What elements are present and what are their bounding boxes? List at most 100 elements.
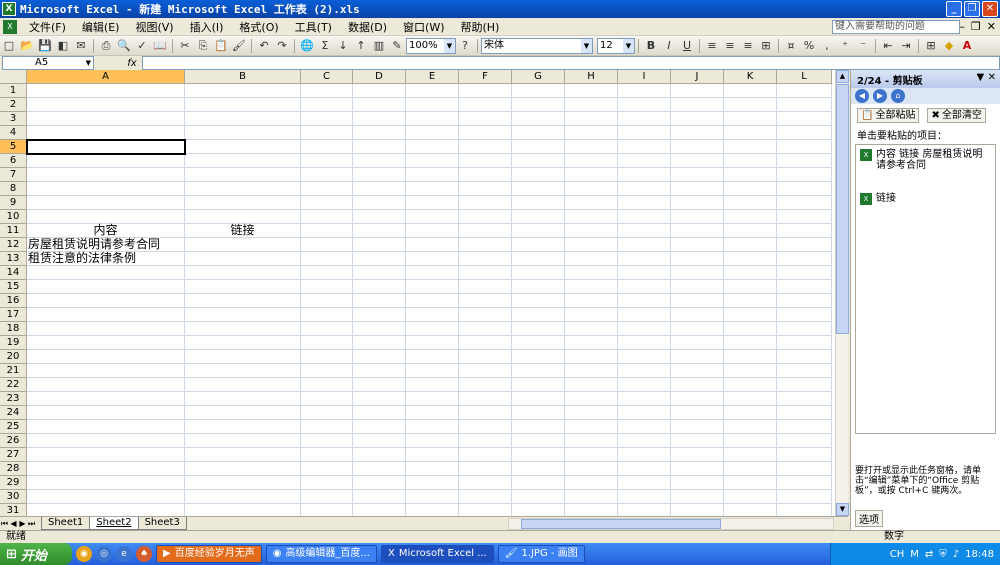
cell-g9[interactable] [512, 196, 565, 210]
cell-f21[interactable] [459, 364, 512, 378]
cell-e5[interactable] [406, 140, 459, 154]
cell-b19[interactable] [185, 336, 301, 350]
cell-l3[interactable] [777, 112, 832, 126]
network-icon[interactable]: ⇄ [925, 549, 933, 560]
cell-h28[interactable] [565, 462, 618, 476]
research-icon[interactable]: 📖 [152, 38, 168, 54]
cell-g2[interactable] [512, 98, 565, 112]
cell-i17[interactable] [618, 308, 671, 322]
cell-g5[interactable] [512, 140, 565, 154]
cell-l27[interactable] [777, 448, 832, 462]
column-header-b[interactable]: B [185, 70, 301, 84]
taskbar-item-editor[interactable]: ◉ 高级编辑器_百度... [265, 545, 377, 563]
cell-d20[interactable] [353, 350, 406, 364]
cell-b12[interactable] [185, 238, 301, 252]
cell-a16[interactable] [27, 294, 185, 308]
cell-a1[interactable] [27, 84, 185, 98]
forward-icon[interactable]: ▶ [873, 89, 887, 103]
cell-k21[interactable] [724, 364, 777, 378]
cell-i12[interactable] [618, 238, 671, 252]
cell-i8[interactable] [618, 182, 671, 196]
cell-a17[interactable] [27, 308, 185, 322]
cell-b14[interactable] [185, 266, 301, 280]
cell-i19[interactable] [618, 336, 671, 350]
cell-j21[interactable] [671, 364, 724, 378]
column-header-d[interactable]: D [353, 70, 406, 84]
cell-b4[interactable] [185, 126, 301, 140]
cell-k31[interactable] [724, 504, 777, 516]
cell-e22[interactable] [406, 378, 459, 392]
cell-j2[interactable] [671, 98, 724, 112]
cell-k24[interactable] [724, 406, 777, 420]
cell-b31[interactable] [185, 504, 301, 516]
cell-d24[interactable] [353, 406, 406, 420]
cell-g8[interactable] [512, 182, 565, 196]
cell-c1[interactable] [301, 84, 353, 98]
row-header[interactable]: 9 [0, 196, 27, 210]
cell-k17[interactable] [724, 308, 777, 322]
cell-g13[interactable] [512, 252, 565, 266]
hyperlink-icon[interactable]: 🌐 [299, 38, 315, 54]
row-header[interactable]: 12 [0, 238, 27, 252]
cell-f16[interactable] [459, 294, 512, 308]
row-header[interactable]: 30 [0, 490, 27, 504]
cell-i5[interactable] [618, 140, 671, 154]
row-header[interactable]: 14 [0, 266, 27, 280]
cell-h17[interactable] [565, 308, 618, 322]
cell-l21[interactable] [777, 364, 832, 378]
cell-j29[interactable] [671, 476, 724, 490]
cell-d28[interactable] [353, 462, 406, 476]
taskbar-item-baidu[interactable]: ▶ 百度经验岁月无声 [156, 545, 262, 563]
row-header[interactable]: 10 [0, 210, 27, 224]
cell-g16[interactable] [512, 294, 565, 308]
cell-f19[interactable] [459, 336, 512, 350]
next-sheet-icon[interactable]: ▶ [18, 519, 27, 528]
bold-button[interactable]: B [643, 38, 659, 54]
cell-h10[interactable] [565, 210, 618, 224]
cell-b20[interactable] [185, 350, 301, 364]
cell-g20[interactable] [512, 350, 565, 364]
cell-k20[interactable] [724, 350, 777, 364]
autosum-icon[interactable]: Σ [317, 38, 333, 54]
cell-d22[interactable] [353, 378, 406, 392]
row-header[interactable]: 23 [0, 392, 27, 406]
cell-a20[interactable] [27, 350, 185, 364]
cell-e26[interactable] [406, 434, 459, 448]
spelling-icon[interactable]: ✓ [134, 38, 150, 54]
formula-input[interactable] [142, 56, 1000, 70]
cell-g6[interactable] [512, 154, 565, 168]
row-header[interactable]: 16 [0, 294, 27, 308]
cell-g24[interactable] [512, 406, 565, 420]
cell-g17[interactable] [512, 308, 565, 322]
cell-k11[interactable] [724, 224, 777, 238]
align-right-icon[interactable]: ≡ [740, 38, 756, 54]
cell-f17[interactable] [459, 308, 512, 322]
cell-k27[interactable] [724, 448, 777, 462]
cell-k15[interactable] [724, 280, 777, 294]
cell-h21[interactable] [565, 364, 618, 378]
cell-a22[interactable] [27, 378, 185, 392]
cell-a5[interactable] [26, 139, 186, 155]
cell-d12[interactable] [353, 238, 406, 252]
paste-all-button[interactable]: 📋 全部粘贴 [857, 108, 920, 123]
cell-f29[interactable] [459, 476, 512, 490]
column-header-f[interactable]: F [459, 70, 512, 84]
cell-a3[interactable] [27, 112, 185, 126]
indent-icon[interactable]: ⇤ [880, 38, 896, 54]
open-icon[interactable]: 📂 [19, 38, 35, 54]
minimize-button[interactable]: _ [946, 1, 962, 17]
cell-k4[interactable] [724, 126, 777, 140]
print-icon[interactable]: ⎙ [98, 38, 114, 54]
cell-d8[interactable] [353, 182, 406, 196]
cell-l15[interactable] [777, 280, 832, 294]
chrome-icon[interactable]: ◉ [76, 546, 92, 562]
cell-k25[interactable] [724, 420, 777, 434]
cell-k5[interactable] [724, 140, 777, 154]
cell-b24[interactable] [185, 406, 301, 420]
sheet-tab-sheet2[interactable]: Sheet2 [89, 517, 139, 530]
doc-close-icon[interactable]: ✕ [987, 20, 996, 33]
cell-j6[interactable] [671, 154, 724, 168]
cell-l13[interactable] [777, 252, 832, 266]
cell-c9[interactable] [301, 196, 353, 210]
mail-icon[interactable]: M [910, 549, 919, 560]
